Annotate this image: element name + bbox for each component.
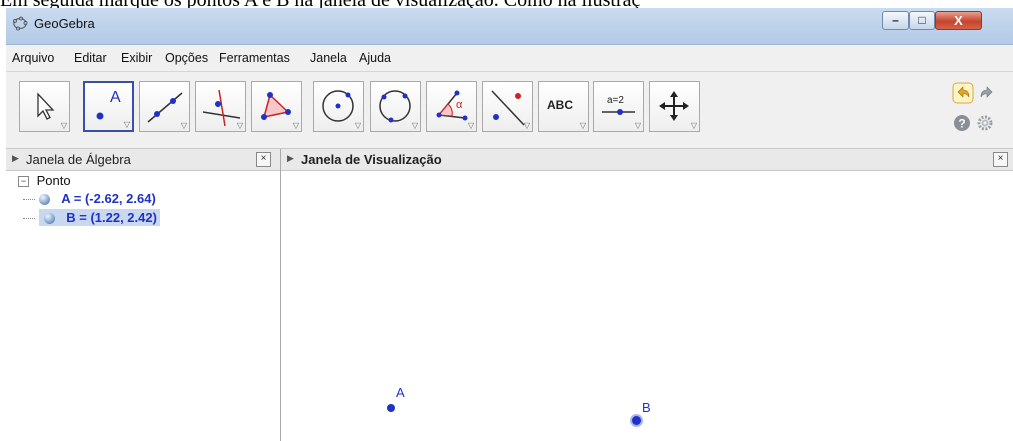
window-title: GeoGebra [34, 16, 95, 31]
maximize-icon: □ [918, 13, 926, 27]
point-a-name[interactable]: A [396, 385, 405, 400]
tool-menu-arrow-icon: ▽ [579, 121, 586, 130]
algebra-panel-title: Janela de Álgebra [26, 152, 131, 167]
tool-menu-arrow-icon: ▽ [411, 121, 418, 130]
text-abc-icon: ABC [547, 98, 573, 112]
point-a-label[interactable]: A = (-2.62, 2.64) [61, 191, 156, 206]
menu-bar: Arquivo Editar Exibir Opções Ferramentas… [6, 45, 1013, 72]
line-tool[interactable]: ▽ [139, 81, 190, 132]
move-tool[interactable]: ▽ [19, 81, 70, 132]
perpendicular-tool[interactable]: ▽ [195, 81, 246, 132]
minimize-icon: – [892, 13, 899, 27]
point-tool-label: A [110, 89, 121, 106]
geogebra-logo-icon [13, 16, 28, 31]
tree-connector [23, 199, 35, 201]
menu-exibir[interactable]: Exibir [121, 51, 152, 65]
toolbar: ▽ A ▽ ▽ ▽ ▽ ▽ ▽ α ▽ ▽ ABC ▽ a=2 ▽ ▽ ? [6, 72, 1013, 149]
graphics-close-button[interactable]: × [993, 152, 1008, 167]
tree-group-label: Ponto [36, 173, 71, 188]
algebra-panel-header: ▶ Janela de Álgebra × [6, 149, 280, 171]
move-graphics-tool[interactable]: ▽ [649, 81, 700, 132]
slider-tool[interactable]: a=2 ▽ [593, 81, 644, 132]
tool-menu-arrow-icon: ▽ [690, 121, 697, 130]
point-a[interactable] [387, 404, 395, 412]
point-b-label[interactable]: B = (1.22, 2.42) [66, 210, 157, 225]
geogebra-window: GeoGebra – □ X Arquivo Editar Exibir Opç… [6, 8, 1013, 441]
algebra-panel: ▶ Janela de Álgebra × − Ponto A = (-2.62… [6, 149, 281, 441]
angle-tool[interactable]: α ▽ [426, 81, 477, 132]
menu-opcoes[interactable]: Opções [165, 51, 208, 65]
graphics-panel-title: Janela de Visualização [301, 152, 442, 167]
minimize-button[interactable]: – [882, 11, 909, 30]
menu-ferramentas[interactable]: Ferramentas [219, 51, 290, 65]
help-icon[interactable]: ? [953, 114, 971, 132]
collapse-minus-icon[interactable]: − [18, 176, 29, 188]
algebra-tree: − Ponto A = (-2.62, 2.64) B = (1.22, 2.4… [6, 173, 160, 227]
tool-menu-arrow-icon: ▽ [180, 121, 187, 130]
conic-tool[interactable]: ▽ [370, 81, 421, 132]
point-b[interactable] [632, 416, 641, 425]
tool-menu-arrow-icon: ▽ [634, 121, 641, 130]
tool-menu-arrow-icon: ▽ [60, 121, 67, 130]
tree-connector [23, 218, 35, 220]
tool-menu-arrow-icon: ▽ [523, 121, 530, 130]
visibility-toggle-icon[interactable] [38, 194, 50, 206]
close-icon: X [954, 13, 963, 28]
graphics-panel-header: ▶ Janela de Visualização × [281, 149, 1013, 171]
undo-icon[interactable] [952, 82, 974, 104]
svg-text:?: ? [958, 117, 965, 131]
reflect-tool[interactable]: ▽ [482, 81, 533, 132]
angle-tool-label: α [456, 99, 463, 111]
settings-gear-icon[interactable] [976, 114, 994, 132]
tool-menu-arrow-icon: ▽ [467, 121, 474, 130]
title-bar: GeoGebra – □ X [6, 8, 1013, 45]
text-tool[interactable]: ABC ▽ [538, 81, 589, 132]
panel-collapse-icon[interactable]: ▶ [287, 153, 294, 164]
redo-icon[interactable] [976, 82, 998, 104]
tool-menu-arrow-icon: ▽ [292, 121, 299, 130]
point-tool[interactable]: A ▽ [83, 81, 134, 132]
menu-ajuda[interactable]: Ajuda [359, 51, 391, 65]
list-item[interactable]: B = (1.22, 2.42) [23, 209, 160, 227]
menu-editar[interactable]: Editar [74, 51, 107, 65]
selected-row-highlight[interactable]: B = (1.22, 2.42) [38, 209, 160, 226]
point-b-name[interactable]: B [642, 400, 651, 415]
close-button[interactable]: X [935, 11, 982, 30]
panel-collapse-icon[interactable]: ▶ [12, 153, 19, 164]
graphics-panel[interactable]: ▶ Janela de Visualização × A B [281, 149, 1013, 441]
visibility-toggle-icon[interactable] [43, 213, 55, 225]
menu-arquivo[interactable]: Arquivo [12, 51, 54, 65]
maximize-button[interactable]: □ [909, 11, 935, 30]
tool-menu-arrow-icon: ▽ [354, 121, 361, 130]
polygon-tool[interactable]: ▽ [251, 81, 302, 132]
algebra-close-button[interactable]: × [256, 152, 271, 167]
tool-menu-arrow-icon: ▽ [123, 120, 130, 129]
circle-tool[interactable]: ▽ [313, 81, 364, 132]
list-item[interactable]: A = (-2.62, 2.64) [23, 191, 160, 209]
menu-janela[interactable]: Janela [310, 51, 347, 65]
tool-menu-arrow-icon: ▽ [236, 121, 243, 130]
tree-group-ponto[interactable]: − Ponto [18, 173, 155, 191]
